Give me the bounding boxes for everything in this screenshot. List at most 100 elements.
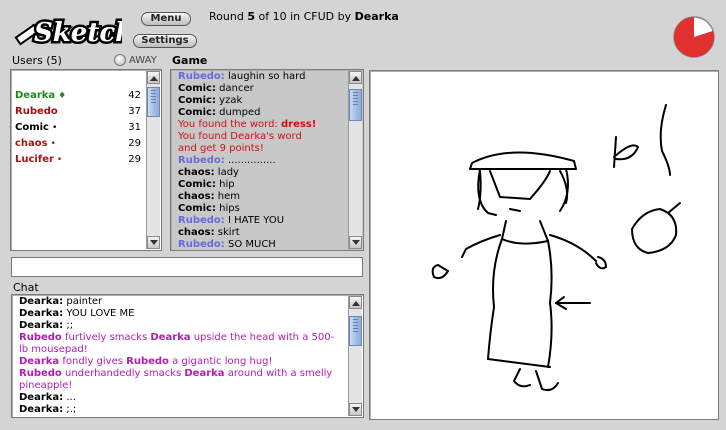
chat-user: Dearka:: [19, 308, 64, 319]
chat-scrollbar[interactable]: [348, 296, 362, 416]
game-log-line: You found Dearka's word: [178, 131, 347, 143]
user-score: 37: [128, 106, 141, 117]
away-toggle[interactable]: AWAY: [114, 54, 157, 66]
chat-text: ;.;: [63, 404, 77, 415]
scroll-up-icon[interactable]: [147, 71, 160, 84]
settings-button[interactable]: Settings: [133, 34, 197, 48]
game-log-line: You found the word: dress!: [178, 119, 347, 131]
user-marker: •: [51, 123, 58, 133]
log-text: hem: [214, 191, 241, 202]
chat-message: Dearka: ...: [19, 392, 343, 404]
log-speaker: Rubedo:: [178, 239, 225, 250]
chat-user: Dearka: [19, 356, 60, 367]
game-log: Rubedo: laughin so hard Comic: dancer Comi…: [178, 71, 347, 251]
round-total: 10: [272, 10, 287, 23]
game-log-line: and get 9 points!: [178, 143, 347, 155]
user-row[interactable]: Dearka ♦ 42: [15, 88, 141, 104]
chat-message: Dearka: YOU LOVE ME: [19, 308, 343, 320]
chat-text: underhandedly smacks: [61, 368, 185, 379]
round-by: by: [337, 10, 352, 23]
drawing-canvas[interactable]: [369, 70, 719, 420]
scroll-up-icon[interactable]: [349, 296, 362, 309]
chat-scroll-thumb[interactable]: [349, 316, 362, 346]
chat-log: Dearka: painter Dearka: YOU LOVE ME Dearka…: [19, 296, 343, 416]
chat-message: Dearka: painter: [19, 296, 343, 308]
users-panel: Dearka ♦ 42 Rubedo 37 Comic • 31 chaos • 29 Lucifer…: [10, 69, 162, 251]
scroll-down-icon[interactable]: [349, 403, 362, 416]
user-name: Comic: [15, 122, 49, 133]
chat-title: Chat: [13, 281, 39, 294]
chat-user: Rubedo: [19, 332, 62, 343]
user-marker: •: [50, 139, 56, 149]
user-row[interactable]: Rubedo 37: [15, 104, 141, 120]
user-name: Dearka: [15, 90, 56, 101]
game-log-line: Comic: yzak: [178, 95, 347, 107]
user-score: 42: [128, 90, 141, 101]
log-speaker: Rubedo:: [178, 215, 225, 226]
chat-user: Rubedo: [19, 368, 62, 379]
chat-text: fondly gives: [59, 356, 127, 367]
users-title: Users (5): [12, 54, 62, 67]
game-log-scroll-thumb[interactable]: [349, 89, 362, 121]
chat-user: Dearka: [184, 368, 225, 379]
user-row[interactable]: Comic • 31: [15, 120, 141, 136]
log-text: laughin so hard: [224, 71, 306, 82]
chat-text: a gigantic long hug!: [168, 356, 273, 367]
log-speaker: chaos:: [178, 167, 215, 178]
user-score: 29: [128, 138, 141, 149]
chat-user: Rubedo: [126, 356, 169, 367]
users-scroll-thumb[interactable]: [147, 87, 160, 117]
game-log-line: Comic: hip: [178, 179, 347, 191]
logo-text: Sketch: [34, 18, 122, 48]
scroll-down-icon[interactable]: [147, 236, 160, 249]
game-log-line: Rubedo: I HATE YOU: [178, 215, 347, 227]
chat-input[interactable]: [11, 257, 363, 277]
users-scrollbar[interactable]: [146, 71, 160, 249]
user-marker: •: [56, 155, 63, 165]
radio-icon: [114, 54, 126, 66]
log-text: You found the word:: [178, 119, 281, 130]
log-text: and get 9 points!: [178, 143, 264, 154]
chat-panel: Dearka: painter Dearka: YOU LOVE ME Dearka…: [11, 294, 364, 418]
log-speaker: Comic:: [178, 83, 216, 94]
away-label: AWAY: [129, 54, 157, 66]
scroll-down-icon[interactable]: [349, 236, 362, 249]
round-timer: [672, 15, 716, 59]
user-row[interactable]: Lucifer • 29: [15, 152, 141, 168]
log-text: lady: [214, 167, 239, 178]
chat-user: Dearka:: [19, 392, 64, 403]
log-speaker: Rubedo:: [178, 155, 225, 166]
game-log-line: Comic: hips: [178, 203, 347, 215]
log-text: I HATE YOU: [224, 215, 285, 226]
log-text: dancer: [215, 83, 254, 94]
room-name: CFUD: [303, 10, 335, 23]
chat-message: Rubedo furtively smacks Dearka upside th…: [19, 332, 343, 356]
user-score: 29: [128, 154, 141, 165]
log-speaker: Comic:: [178, 95, 216, 106]
user-name: Lucifer: [15, 154, 54, 165]
round-prefix: Round: [209, 10, 244, 23]
log-found-word: dress!: [280, 119, 317, 130]
log-speaker: Rubedo:: [178, 71, 225, 82]
round-of: of: [258, 10, 270, 23]
chat-message: Dearka: ;;: [19, 320, 343, 332]
log-text: SO MUCH: [224, 239, 276, 250]
game-log-scrollbar[interactable]: [348, 71, 362, 249]
log-speaker: Comic:: [178, 179, 216, 190]
log-text: You found Dearka's word: [178, 131, 302, 142]
menu-button[interactable]: Menu: [141, 12, 191, 26]
log-text: skirt: [214, 227, 240, 238]
chat-message: Dearka fondly gives Rubedo a gigantic lo…: [19, 356, 343, 368]
log-text: dumped: [215, 107, 261, 118]
chat-user: Dearka: [150, 332, 191, 343]
game-log-line: chaos: hem: [178, 191, 347, 203]
chat-message: Dearka: ;.;: [19, 404, 343, 416]
chat-text: furtively smacks: [61, 332, 151, 343]
scroll-up-icon[interactable]: [349, 71, 362, 84]
game-log-line: Rubedo: SO MUCH: [178, 239, 347, 251]
game-log-panel: Rubedo: laughin so hard Comic: dancer Comi…: [170, 69, 364, 251]
log-text: ...............: [224, 155, 276, 166]
user-row[interactable]: chaos • 29: [15, 136, 141, 152]
game-log-line: chaos: skirt: [178, 227, 347, 239]
chat-text: ;;: [63, 320, 74, 331]
